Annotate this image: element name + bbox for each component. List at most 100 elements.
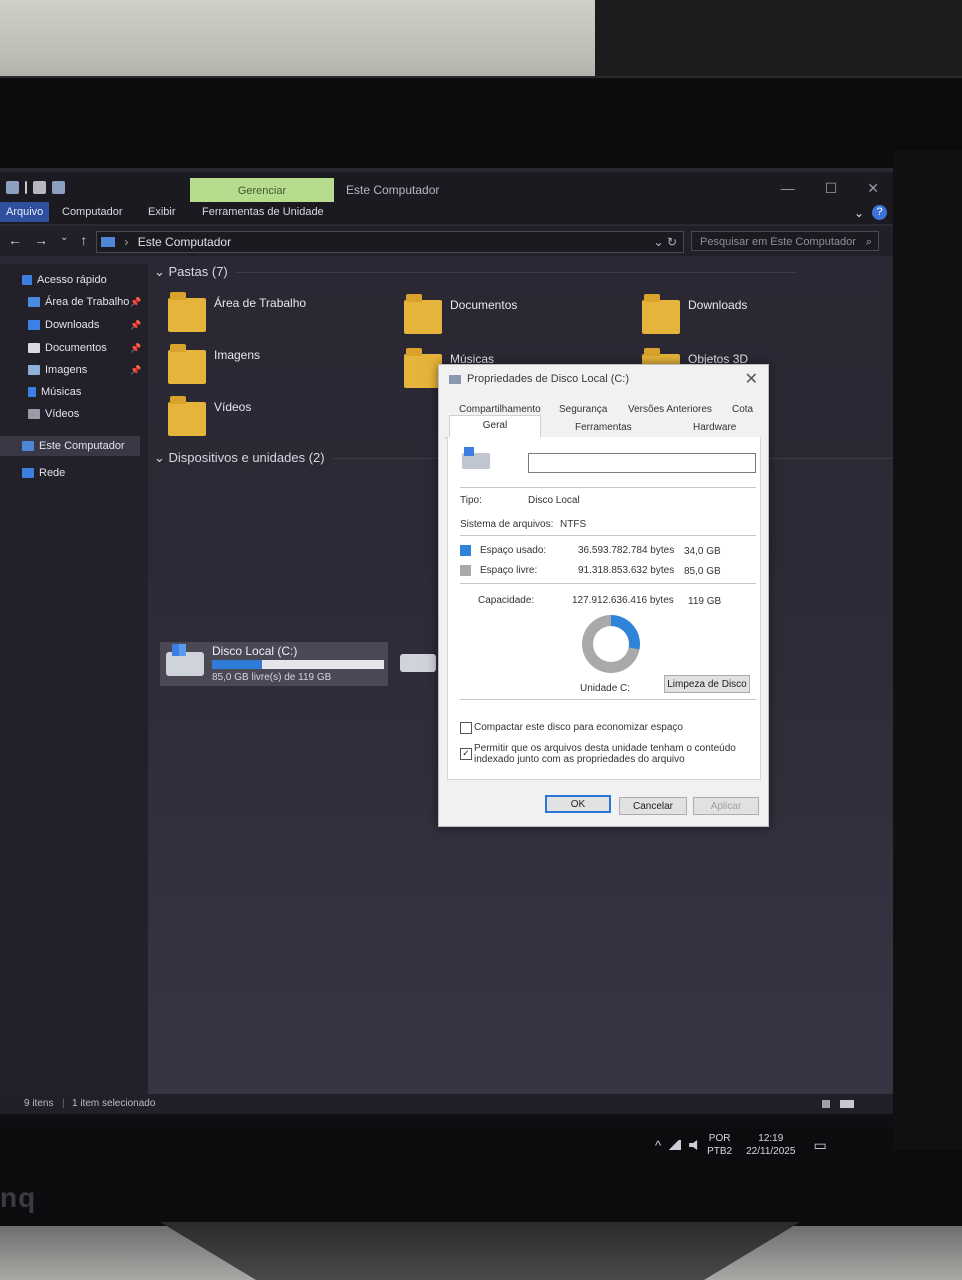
tab-ferramentas[interactable]: Ferramentas xyxy=(575,422,632,433)
details-view-icon[interactable] xyxy=(822,1100,830,1108)
up-arrow-icon[interactable]: ↑ xyxy=(80,232,87,248)
tab-ferramentas-unidade[interactable]: Ferramentas de Unidade xyxy=(202,206,324,218)
compress-drive-checkbox[interactable] xyxy=(460,722,472,734)
tab-hardware[interactable]: Hardware xyxy=(693,422,736,433)
wifi-icon[interactable] xyxy=(669,1140,682,1150)
sidebar-item-label: Músicas xyxy=(41,386,82,398)
image-icon xyxy=(28,365,40,375)
free-space-bytes: 91.318.853.632 bytes xyxy=(578,565,675,576)
sidebar-item-musicas[interactable]: Músicas xyxy=(28,386,81,398)
input-language-indicator[interactable]: POR PTB2 xyxy=(707,1132,732,1158)
folder-icon xyxy=(642,294,680,334)
capacity-bytes: 127.912.636.416 bytes xyxy=(572,595,674,606)
recent-locations-icon[interactable]: ⌄ xyxy=(60,232,68,248)
refresh-icon[interactable]: ↻ xyxy=(667,235,677,249)
search-icon[interactable]: ⌕ xyxy=(866,232,872,252)
status-divider: | xyxy=(62,1098,65,1109)
sidebar-item-rede[interactable]: Rede xyxy=(22,467,65,479)
large-icons-view-icon[interactable] xyxy=(840,1100,854,1108)
sidebar-item-documentos[interactable]: Documentos 📌 xyxy=(28,342,141,354)
sidebar-item-este-computador[interactable]: Este Computador xyxy=(0,436,140,456)
tab-computador[interactable]: Computador xyxy=(62,206,123,218)
index-contents-checkbox[interactable]: ✓ xyxy=(460,748,472,760)
breadcrumb-este-computador[interactable]: Este Computador xyxy=(138,235,231,249)
address-bar[interactable]: › Este Computador ⌄ ↻ xyxy=(96,231,684,253)
tab-exibir[interactable]: Exibir xyxy=(148,206,176,218)
monitor-brand-logo: nq xyxy=(0,1182,37,1213)
status-item-count: 9 itens xyxy=(24,1098,54,1109)
navigation-bar: ← → ⌄ ↑ › Este Computador ⌄ ↻ Pesquisar … xyxy=(0,226,893,256)
pin-icon[interactable]: 📌 xyxy=(130,297,141,308)
back-arrow-icon[interactable]: ← xyxy=(8,232,22,248)
sidebar-item-label: Documentos xyxy=(45,342,107,354)
filesystem-label: Sistema de arquivos: xyxy=(460,519,554,530)
navigation-pane: Acesso rápido Área de Trabalho 📌 Downloa… xyxy=(0,264,148,1094)
sidebar-item-area-trabalho[interactable]: Área de Trabalho 📌 xyxy=(28,296,141,308)
expand-ribbon-icon[interactable]: ⌄ xyxy=(854,206,864,220)
drive-disco-local-c[interactable]: Disco Local (C:) 85,0 GB livre(s) de 119… xyxy=(160,642,388,686)
taskbar xyxy=(0,1114,893,1128)
folders-group-header[interactable]: ⌄ Pastas (7) xyxy=(154,264,794,280)
tab-versoes-anteriores[interactable]: Versões Anteriores xyxy=(628,404,712,415)
taskbar-clock[interactable]: 12:19 22/11/2025 xyxy=(746,1132,795,1158)
new-folder-icon[interactable] xyxy=(52,181,65,194)
properties-icon[interactable] xyxy=(33,181,46,194)
tab-geral[interactable]: Geral xyxy=(449,415,541,438)
dialog-title: Propriedades de Disco Local (C:) xyxy=(467,373,630,385)
minimize-button[interactable]: — xyxy=(781,180,795,197)
address-dropdown-icon[interactable]: ⌄ xyxy=(654,235,664,249)
show-hidden-icons-icon[interactable]: ^ xyxy=(655,1138,661,1153)
forward-arrow-icon[interactable]: → xyxy=(34,232,48,248)
dialog-close-button[interactable]: ✕ xyxy=(745,369,758,389)
tab-seguranca[interactable]: Segurança xyxy=(559,404,607,415)
sidebar-item-label: Este Computador xyxy=(39,440,125,452)
used-space-gb: 34,0 GB xyxy=(684,546,721,557)
close-button[interactable]: ✕ xyxy=(867,180,879,197)
cancel-button[interactable]: Cancelar xyxy=(619,797,687,815)
pin-icon[interactable]: 📌 xyxy=(130,365,141,376)
disk-cleanup-button[interactable]: Limpeza de Disco xyxy=(664,675,750,693)
search-input[interactable]: Pesquisar em Este Computador ⌕ xyxy=(691,231,879,251)
sidebar-item-downloads[interactable]: Downloads 📌 xyxy=(28,319,141,331)
drive-name-input[interactable] xyxy=(528,453,756,473)
volume-muted-icon[interactable] xyxy=(689,1140,698,1150)
tab-arquivo[interactable]: Arquivo xyxy=(0,202,50,222)
computer-icon xyxy=(101,237,115,247)
apply-button[interactable]: Aplicar xyxy=(693,797,759,815)
removable-drive-icon[interactable] xyxy=(400,654,436,672)
folder-area-de-trabalho[interactable]: Área de Trabalho xyxy=(168,292,306,332)
type-label: Tipo: xyxy=(460,495,482,506)
folder-documentos[interactable]: Documentos xyxy=(404,294,517,334)
pin-icon[interactable]: 📌 xyxy=(130,343,141,354)
computer-icon[interactable] xyxy=(6,181,19,194)
windows-drive-icon xyxy=(166,644,204,676)
chevron-down-icon: ⌄ xyxy=(154,264,169,279)
action-center-icon[interactable]: ▭ xyxy=(813,1137,826,1154)
maximize-button[interactable]: ☐ xyxy=(825,180,838,197)
pin-icon[interactable]: 📌 xyxy=(130,320,141,331)
used-space-swatch xyxy=(460,545,471,556)
folder-downloads[interactable]: Downloads xyxy=(642,294,747,334)
devices-group-header[interactable]: ⌄ Dispositivos e unidades (2) xyxy=(154,450,891,466)
sidebar-item-label: Imagens xyxy=(45,364,88,376)
sidebar-item-imagens[interactable]: Imagens 📌 xyxy=(28,364,141,376)
drive-usage-bar xyxy=(212,660,384,669)
tab-cota[interactable]: Cota xyxy=(732,404,753,415)
music-icon xyxy=(28,387,36,397)
ok-button[interactable]: OK xyxy=(545,795,611,813)
folder-icon xyxy=(168,396,206,436)
sidebar-item-videos[interactable]: Vídeos xyxy=(28,408,79,420)
video-icon xyxy=(28,409,40,419)
compress-drive-label: Compactar este disco para economizar esp… xyxy=(474,722,683,733)
help-icon[interactable]: ? xyxy=(872,205,887,220)
folder-videos[interactable]: Vídeos xyxy=(168,396,251,436)
tab-compartilhamento[interactable]: Compartilhamento xyxy=(459,404,541,415)
sidebar-item-acesso-rapido[interactable]: Acesso rápido xyxy=(22,274,107,286)
free-space-label: Espaço livre: xyxy=(480,565,538,576)
folder-imagens[interactable]: Imagens xyxy=(168,344,260,384)
free-space-swatch xyxy=(460,565,471,576)
system-tray: ^ POR PTB2 12:19 22/11/2025 ▭ xyxy=(655,1128,865,1162)
capacity-gb: 119 GB xyxy=(688,596,722,607)
manage-context-tab[interactable]: Gerenciar xyxy=(190,178,334,204)
drive-usage-fill xyxy=(212,660,262,669)
